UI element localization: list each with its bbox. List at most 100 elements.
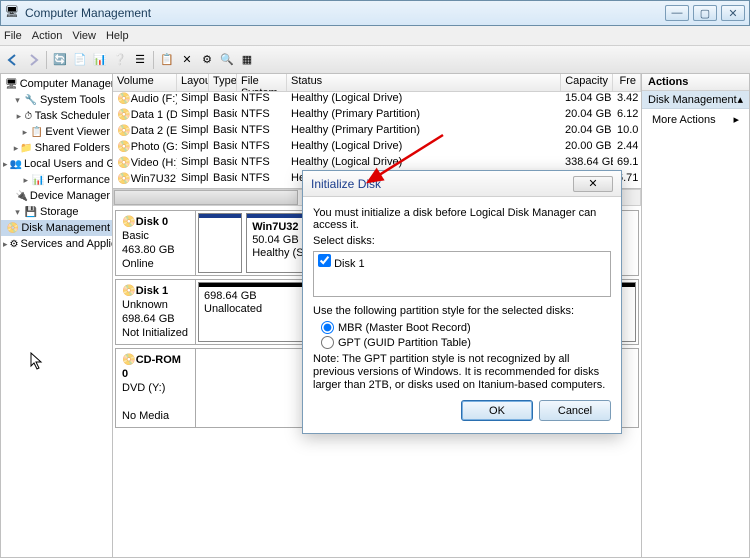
expand-icon[interactable]: ▾ [13, 95, 22, 106]
col-layout[interactable]: Layout [177, 74, 209, 91]
tree-item[interactable]: ▸📁Shared Folders [1, 140, 112, 156]
expand-icon[interactable]: ▾ [13, 207, 22, 218]
tree-node-icon: 🔌 [15, 189, 27, 203]
tree-node-icon: ⏱ [24, 109, 33, 123]
tree-label: System Tools [40, 94, 105, 106]
settings-icon[interactable]: ⚙ [198, 51, 216, 69]
tree-label: Services and Applicat [21, 238, 113, 250]
volume-header-row: Volume Layout Type File System Status Ca… [113, 74, 641, 92]
cancel-button[interactable]: Cancel [539, 400, 611, 421]
collapse-icon: ▴ [737, 93, 743, 106]
disk-label: 📀CD-ROM 0DVD (Y:)No Media [116, 349, 196, 427]
tree-node-icon: 📋 [31, 125, 44, 139]
window-title: Computer Management [25, 6, 665, 20]
view-icon[interactable]: 📊 [91, 51, 109, 69]
properties-icon[interactable]: 📄 [71, 51, 89, 69]
actions-context[interactable]: Disk Management ▴ [642, 91, 749, 109]
disk-label: 📀Disk 0Basic463.80 GBOnline [116, 211, 196, 275]
more-actions[interactable]: More Actions ▸ [642, 109, 749, 130]
tree-node-icon: 🔧 [24, 93, 38, 107]
submenu-icon: ▸ [733, 113, 739, 126]
initialize-disk-dialog: Initialize Disk ✕ You must initialize a … [302, 170, 622, 434]
volume-row[interactable]: 📀Data 1 (D:)SimpleBasicNTFSHealthy (Prim… [113, 108, 641, 124]
col-free[interactable]: Fre [613, 74, 641, 91]
tree-node-icon: ⚙ [10, 237, 19, 251]
partition[interactable] [198, 213, 242, 273]
menu-file[interactable]: File [4, 30, 22, 42]
disk-select-list[interactable]: Disk 1 [313, 251, 611, 297]
menu-action[interactable]: Action [32, 30, 63, 42]
tree-node-icon: 📀 [7, 221, 19, 235]
rescan-icon[interactable]: 🔍 [218, 51, 236, 69]
partition-style-label: Use the following partition style for th… [313, 305, 611, 317]
expand-icon[interactable]: ▸ [14, 143, 19, 154]
nav-tree: 🖥Computer Management▾🔧System Tools▸⏱Task… [1, 74, 113, 557]
col-capacity[interactable]: Capacity [561, 74, 613, 91]
col-volume[interactable]: Volume [113, 74, 177, 91]
dialog-message: You must initialize a disk before Logica… [313, 207, 611, 231]
tree-node-icon: 📊 [32, 173, 45, 187]
maximize-button[interactable]: ▢ [693, 5, 717, 21]
action-icon[interactable]: 📋 [158, 51, 176, 69]
app-icon: 🖥 [5, 5, 21, 21]
mbr-radio[interactable] [321, 321, 334, 334]
tree-item[interactable]: ▸⏱Task Scheduler [1, 108, 112, 124]
refresh-icon[interactable]: 🔄 [51, 51, 69, 69]
tree-label: Disk Management [21, 222, 110, 234]
tree-node-icon: 👥 [10, 157, 22, 171]
tree-label: Task Scheduler [35, 110, 110, 122]
toolbar: 🔄 📄 📊 ❔ ☰ 📋 ✕ ⚙ 🔍 ▦ [0, 46, 750, 74]
tree-label: Performance [47, 174, 110, 186]
actions-header: Actions [642, 74, 749, 91]
volume-row[interactable]: 📀Audio (F:)SimpleBasicNTFSHealthy (Logic… [113, 92, 641, 108]
tree-label: Local Users and Gr [24, 158, 112, 170]
tree-label: Computer Management [20, 78, 112, 90]
volume-row[interactable]: 📀Photo (G:)SimpleBasicNTFSHealthy (Logic… [113, 140, 641, 156]
titlebar: 🖥 Computer Management — ▢ ✕ [0, 0, 750, 26]
tree-item[interactable]: ▾🔧System Tools [1, 92, 112, 108]
tree-item[interactable]: ▸⚙Services and Applicat [1, 236, 112, 252]
col-status[interactable]: Status [287, 74, 561, 91]
menubar: File Action View Help [0, 26, 750, 46]
volume-row[interactable]: 📀Data 2 (E:)SimpleBasicNTFSHealthy (Prim… [113, 124, 641, 140]
col-type[interactable]: Type [209, 74, 237, 91]
list-icon[interactable]: ☰ [131, 51, 149, 69]
expand-icon[interactable]: ▸ [22, 175, 30, 186]
actions-pane: Actions Disk Management ▴ More Actions ▸ [641, 74, 749, 557]
expand-icon[interactable]: ▸ [3, 239, 8, 250]
delete-icon[interactable]: ✕ [178, 51, 196, 69]
tree-node-icon: 🖥 [5, 77, 18, 91]
expand-icon[interactable]: ▸ [16, 111, 22, 122]
minimize-button[interactable]: — [665, 5, 689, 21]
gpt-radio[interactable] [321, 336, 334, 349]
more-icon[interactable]: ▦ [238, 51, 256, 69]
tree-item[interactable]: ▸📊Performance [1, 172, 112, 188]
tree-item[interactable]: 📀Disk Management [1, 220, 112, 236]
tree-label: Storage [40, 206, 79, 218]
tree-item[interactable]: 🖥Computer Management [1, 76, 112, 92]
help-icon[interactable]: ❔ [111, 51, 129, 69]
menu-view[interactable]: View [72, 30, 96, 42]
close-button[interactable]: ✕ [721, 5, 745, 21]
tree-item[interactable]: ▸👥Local Users and Gr [1, 156, 112, 172]
tree-label: Shared Folders [35, 142, 110, 154]
col-fs[interactable]: File System [237, 74, 287, 91]
disk-label: 📀Disk 1Unknown698.64 GBNot Initialized [116, 280, 196, 344]
ok-button[interactable]: OK [461, 400, 533, 421]
back-button[interactable] [4, 51, 22, 69]
dialog-title: Initialize Disk [311, 177, 573, 191]
gpt-note: Note: The GPT partition style is not rec… [313, 353, 611, 392]
tree-item[interactable]: 🔌Device Manager [1, 188, 112, 204]
tree-node-icon: 📁 [20, 141, 32, 155]
select-disks-label: Select disks: [313, 235, 611, 247]
disk1-checkbox[interactable] [318, 254, 331, 267]
menu-help[interactable]: Help [106, 30, 129, 42]
tree-item[interactable]: ▾💾Storage [1, 204, 112, 220]
expand-icon[interactable]: ▸ [21, 127, 29, 138]
dialog-close-button[interactable]: ✕ [573, 176, 613, 192]
tree-item[interactable]: ▸📋Event Viewer [1, 124, 112, 140]
tree-label: Event Viewer [45, 126, 110, 138]
forward-button[interactable] [24, 51, 42, 69]
expand-icon[interactable]: ▸ [3, 159, 8, 170]
tree-node-icon: 💾 [24, 205, 38, 219]
